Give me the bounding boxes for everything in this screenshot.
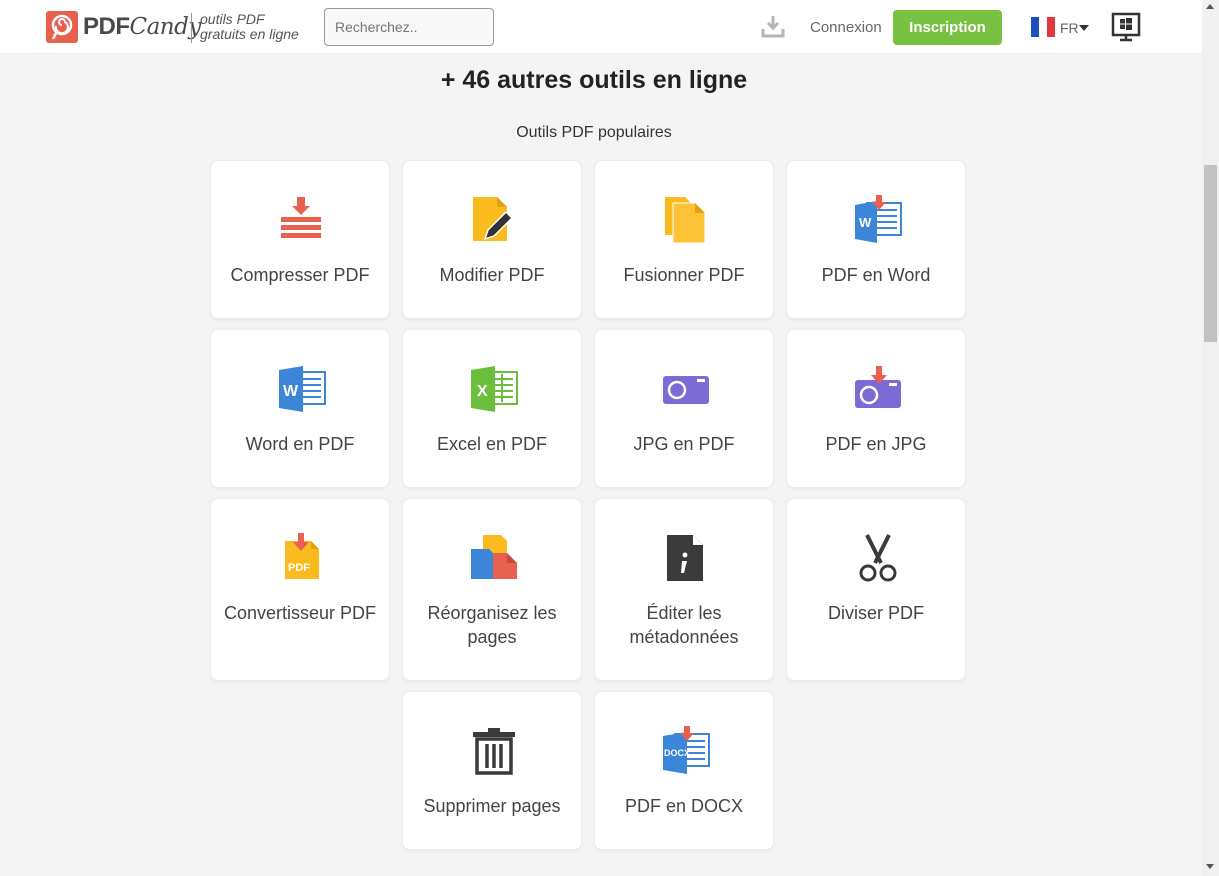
merge-icon <box>661 195 711 245</box>
section-subtitle: Outils PDF populaires <box>516 124 672 141</box>
compress-icon <box>277 195 327 245</box>
metadata-icon <box>661 533 711 583</box>
tool-label: Compresser PDF <box>230 265 370 285</box>
tool-label: Fusionner PDF <box>623 265 745 285</box>
tool-label: JPG en PDF <box>633 434 735 454</box>
svg-text:W: W <box>283 383 299 400</box>
chevron-down-icon[interactable] <box>1079 25 1089 31</box>
login-link[interactable]: Connexion <box>810 19 882 36</box>
trash-icon <box>469 726 519 776</box>
pdf-converter-icon: PDF <box>277 533 327 583</box>
tool-card-pdf-converter[interactable]: PDF Convertisseur PDF <box>210 498 390 681</box>
camera-icon <box>661 364 711 414</box>
pdf-to-docx-icon: DOCX <box>661 726 711 776</box>
tool-label: Modifier PDF <box>439 265 545 285</box>
logo-text: PDFCandy <box>83 13 201 40</box>
tool-card-merge[interactable]: Fusionner PDF <box>594 160 774 319</box>
language-selector[interactable]: FR <box>1060 20 1079 36</box>
scroll-up-icon[interactable] <box>1206 4 1214 9</box>
excel-icon: X <box>469 364 519 414</box>
tool-label: Excel en PDF <box>436 434 548 454</box>
tool-card-pdf-to-docx[interactable]: DOCX PDF en DOCX <box>594 691 774 850</box>
tool-card-pdf-to-jpg[interactable]: PDF en JPG <box>786 329 966 488</box>
logo[interactable]: PDFCandy <box>46 11 201 43</box>
tagline-line-1: outils PDF <box>200 11 265 27</box>
candy-logo-icon <box>46 11 78 43</box>
tool-label: Supprimer pages <box>423 796 561 816</box>
tool-card-compress[interactable]: Compresser PDF <box>210 160 390 319</box>
svg-text:X: X <box>477 383 488 400</box>
tool-card-metadata[interactable]: Éditer les métadonnées <box>594 498 774 681</box>
tool-card-delete-pages[interactable]: Supprimer pages <box>402 691 582 850</box>
vertical-scrollbar[interactable] <box>1202 0 1219 876</box>
tool-card-split[interactable]: Diviser PDF <box>786 498 966 681</box>
windows-app-icon[interactable] <box>1111 12 1141 47</box>
scissors-icon <box>853 533 903 583</box>
tagline-line-2: gratuits en ligne <box>200 26 299 42</box>
search-input[interactable] <box>324 8 494 46</box>
edit-pdf-icon <box>469 195 519 245</box>
tool-card-excel-to-pdf[interactable]: X Excel en PDF <box>402 329 582 488</box>
svg-text:PDF: PDF <box>288 562 310 574</box>
scrollbar-thumb[interactable] <box>1204 165 1217 342</box>
scroll-down-icon[interactable] <box>1206 864 1214 869</box>
pdf-to-jpg-icon <box>853 364 903 414</box>
pdf-to-word-icon: W <box>853 195 903 245</box>
logo-divider <box>191 13 192 43</box>
tool-label: Convertisseur PDF <box>223 603 377 623</box>
word-icon: W <box>277 364 327 414</box>
tool-label: Éditer les métadonnées <box>629 603 739 647</box>
reorder-pages-icon <box>469 533 519 583</box>
france-flag-icon[interactable] <box>1031 17 1055 37</box>
download-icon[interactable] <box>760 14 786 45</box>
tool-label: Diviser PDF <box>827 603 924 623</box>
tool-card-pdf-to-word[interactable]: W PDF en Word <box>786 160 966 319</box>
tool-card-word-to-pdf[interactable]: W Word en PDF <box>210 329 390 488</box>
top-header: PDFCandy outils PDF gratuits en ligne Co… <box>0 0 1202 54</box>
page-title: + 46 autres outils en ligne <box>440 66 748 94</box>
tool-label: PDF en DOCX <box>624 796 744 816</box>
tagline: outils PDF gratuits en ligne <box>200 12 299 42</box>
tool-card-jpg-to-pdf[interactable]: JPG en PDF <box>594 329 774 488</box>
signup-button[interactable]: Inscription <box>893 10 1002 45</box>
tool-card-edit[interactable]: Modifier PDF <box>402 160 582 319</box>
svg-text:DOCX: DOCX <box>664 748 690 758</box>
svg-text:W: W <box>859 215 872 230</box>
tool-label: PDF en Word <box>821 265 931 285</box>
tool-label: Word en PDF <box>245 434 355 454</box>
tool-label: Réorganisez les pages <box>427 603 557 647</box>
tool-card-reorder-pages[interactable]: Réorganisez les pages <box>402 498 582 681</box>
tool-label: PDF en JPG <box>825 434 927 454</box>
